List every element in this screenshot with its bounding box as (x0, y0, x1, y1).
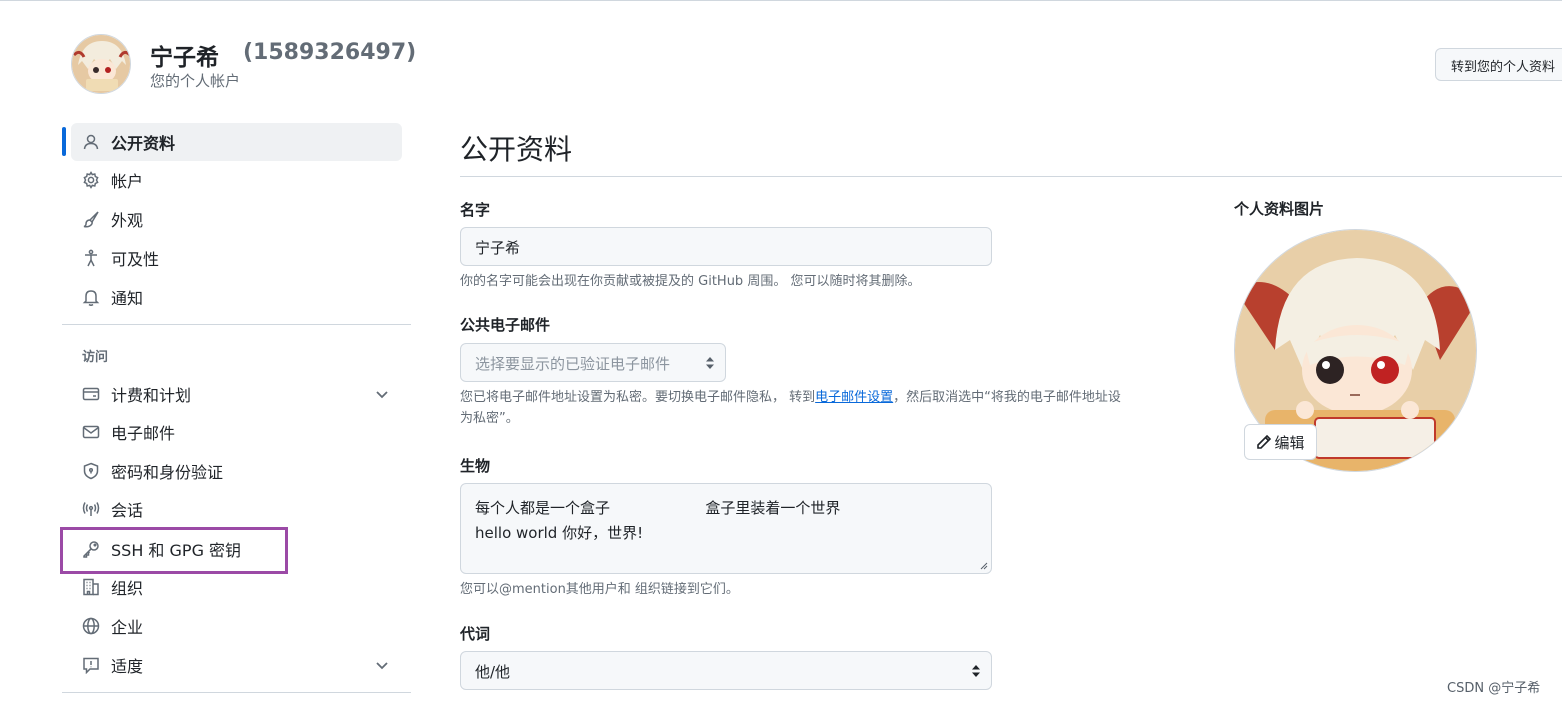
sidebar-divider (62, 324, 411, 325)
section-label-access: 访问 (82, 350, 109, 365)
profile-picture-label: 个人资料图片 (1234, 200, 1325, 218)
credit-card-icon (81, 384, 101, 404)
pronouns-select[interactable]: 他/他 (460, 651, 992, 690)
person-icon (81, 132, 101, 152)
bio-label: 生物 (460, 457, 491, 475)
active-indicator (62, 127, 66, 156)
edit-button-label: 编辑 (1274, 433, 1305, 452)
sidebar-item-label: 通知 (111, 289, 144, 308)
sidebar-item-billing[interactable]: 计费和计划 (71, 375, 402, 413)
top-border (0, 0, 1562, 1)
pronouns-value: 他/他 (475, 663, 511, 681)
sidebar-item-email[interactable]: 电子邮件 (71, 413, 402, 451)
sidebar-item-appearance[interactable]: 外观 (71, 200, 402, 238)
sidebar-item-sessions[interactable]: 会话 (71, 490, 402, 528)
edit-picture-button[interactable]: 编辑 (1244, 424, 1317, 460)
name-input[interactable]: 宁子希 (460, 227, 992, 266)
chevron-down-icon[interactable] (374, 386, 390, 402)
sidebar-item-label: 外观 (111, 211, 144, 230)
sidebar-item-label: 组织 (111, 579, 144, 598)
public-email-label: 公共电子邮件 (460, 316, 551, 334)
sidebar-item-label: 电子邮件 (111, 424, 176, 443)
paintbrush-icon (81, 209, 101, 229)
sidebar-item-public-profile[interactable]: 公开资料 (71, 123, 402, 161)
gear-icon (81, 170, 101, 190)
mail-icon (81, 422, 101, 442)
sidebar-item-password-auth[interactable]: 密码和身份验证 (71, 452, 402, 490)
email-note-text-line2: 为私密”。 (460, 411, 519, 426)
sidebar-divider (62, 692, 411, 693)
report-icon (81, 655, 101, 675)
sidebar-item-label: 密码和身份验证 (111, 463, 224, 482)
resize-grip-icon[interactable] (980, 562, 988, 570)
bio-note: 您可以@mention其他用户和 组织链接到它们。 (460, 582, 739, 597)
select-arrows-icon (971, 664, 981, 678)
sidebar-item-label: 企业 (111, 618, 144, 637)
sidebar-item-enterprises[interactable]: 企业 (71, 607, 402, 645)
name-label: 名字 (460, 201, 491, 219)
bio-line-2: hello world 你好，世界! (475, 524, 644, 542)
header-login: (1589326497) (243, 40, 417, 65)
page-title: 公开资料 (460, 133, 573, 166)
sidebar-item-moderation[interactable]: 适度 (71, 646, 402, 684)
header-subtitle: 您的个人帐户 (150, 72, 241, 90)
sidebar-item-label: 会话 (111, 501, 144, 520)
header-name: 宁子希 (150, 45, 219, 71)
pronouns-label: 代词 (460, 625, 491, 643)
bell-icon (81, 287, 101, 307)
globe-icon (81, 616, 101, 636)
chevron-down-icon[interactable] (374, 657, 390, 673)
sidebar-item-label: 公开资料 (111, 134, 176, 153)
go-to-profile-button[interactable]: 转到您的个人资料 (1435, 48, 1562, 81)
bio-line-1: 每个人都是一个盒子 盒子里装着一个世界 (475, 499, 841, 517)
broadcast-icon (81, 499, 101, 519)
shield-icon (81, 461, 101, 481)
email-note: 您已将电子邮件地址设置为私密。要切换电子邮件隐私， 转到电子邮件设置，然后取消选… (460, 387, 1205, 429)
header-avatar[interactable] (71, 34, 131, 94)
sidebar-item-label: 可及性 (111, 250, 160, 269)
email-settings-link[interactable]: 电子邮件设置 (815, 390, 893, 405)
accessibility-icon (81, 248, 101, 268)
public-email-select[interactable]: 选择要显示的已验证电子邮件 (460, 343, 726, 382)
sidebar-item-label: 计费和计划 (111, 386, 192, 405)
sidebar-item-organizations[interactable]: 组织 (71, 568, 402, 606)
watermark: CSDN @宁子希 (1447, 681, 1541, 696)
name-note: 你的名字可能会出现在你贡献或被提及的 GitHub 周围。 您可以随时将其删除。 (460, 274, 921, 289)
bio-textarea[interactable]: 每个人都是一个盒子 盒子里装着一个世界 hello world 你好，世界! (460, 483, 992, 574)
sidebar-item-label: 帐户 (111, 172, 144, 191)
sidebar-item-accessibility[interactable]: 可及性 (71, 239, 402, 277)
pencil-icon (1257, 434, 1272, 449)
sidebar-item-label: 适度 (111, 657, 144, 676)
email-note-text: 您已将电子邮件地址设置为私密。要切换电子邮件隐私， 转到 (460, 390, 816, 405)
title-divider (460, 176, 1562, 177)
email-note-text-after: ，然后取消选中“将我的电子邮件地址设 (893, 390, 1121, 405)
highlight-box (60, 527, 288, 574)
sidebar-item-notifications[interactable]: 通知 (71, 278, 402, 316)
organization-icon (81, 577, 101, 597)
select-arrows-icon (705, 356, 715, 370)
public-email-placeholder: 选择要显示的已验证电子邮件 (475, 355, 671, 373)
sidebar-item-account[interactable]: 帐户 (71, 161, 402, 199)
